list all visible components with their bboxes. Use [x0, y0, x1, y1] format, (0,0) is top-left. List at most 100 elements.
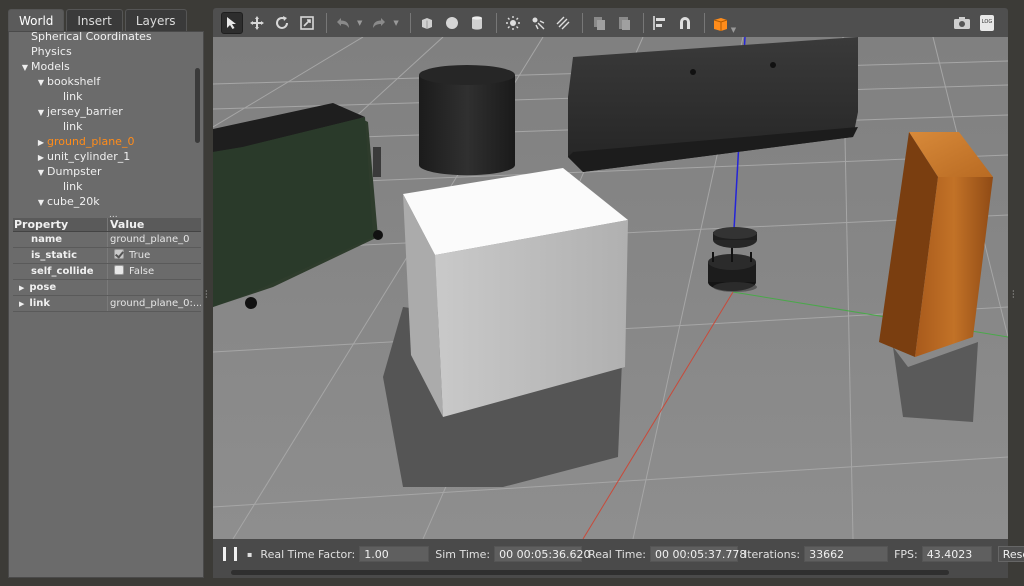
tree-item-label: Spherical Coordinates: [31, 32, 152, 43]
property-value: False: [129, 266, 155, 277]
cylinder-shape-icon[interactable]: [466, 12, 488, 34]
property-label: pose: [29, 282, 57, 293]
magnet-snap-icon[interactable]: [674, 12, 696, 34]
select-mode-icon[interactable]: [221, 11, 243, 34]
tree-item-jersey-barrier-link[interactable]: link: [9, 119, 195, 134]
property-row-name[interactable]: name ground_plane_0: [13, 232, 201, 248]
sim-time-label: Sim Time:: [435, 547, 491, 561]
tree-item-bookshelf-link[interactable]: link: [9, 89, 195, 104]
tree-item-physics[interactable]: Physics: [9, 44, 195, 59]
tab-insert[interactable]: Insert: [66, 9, 123, 31]
iterations-label: Iterations:: [743, 547, 801, 561]
tree-scrollbar[interactable]: [195, 68, 200, 143]
property-value-empty: [107, 280, 201, 295]
left-splitter-handle[interactable]: · · ·: [205, 288, 209, 302]
fps-field: 43.4023: [921, 546, 992, 562]
redo-icon[interactable]: [368, 12, 390, 34]
property-group-label: ▶ link: [13, 296, 107, 311]
expand-right-icon[interactable]: ▶: [35, 135, 47, 150]
self-collide-checkbox[interactable]: [114, 265, 124, 275]
right-splitter-handle[interactable]: · · ·: [1012, 288, 1016, 302]
property-label: name: [31, 234, 63, 245]
view-angle-dropdown-icon[interactable]: ▼: [731, 26, 736, 34]
property-value: ground_plane_0: [107, 232, 201, 247]
log-icon[interactable]: LOG: [976, 12, 998, 34]
point-light-icon[interactable]: [502, 12, 524, 34]
property-column-header: Property: [14, 218, 69, 231]
tree-item-label: jersey_barrier: [47, 105, 123, 118]
tree-item-cube[interactable]: ▼ cube_20k: [9, 194, 195, 209]
property-table-header: Property Value: [13, 218, 201, 232]
turtlebot-robot[interactable]: [708, 227, 757, 292]
tree-item-spherical-coordinates[interactable]: Spherical Coordinates: [9, 32, 195, 44]
expand-right-icon[interactable]: ▶: [19, 300, 24, 308]
tree-item-models[interactable]: ▼ Models: [9, 59, 195, 74]
is-static-checkbox[interactable]: [114, 249, 124, 259]
expand-down-icon[interactable]: ▼: [35, 105, 47, 120]
paste-icon[interactable]: [613, 12, 635, 34]
property-row-link[interactable]: ▶ link ground_plane_0:...: [13, 296, 201, 312]
toolbar: ▼ ▼ ▼ LOG: [213, 8, 1008, 37]
undo-history-dropdown-icon[interactable]: ▼: [357, 19, 362, 27]
copy-icon[interactable]: [588, 12, 610, 34]
tree-item-dumpster-link[interactable]: link: [9, 179, 195, 194]
tab-layers[interactable]: Layers: [124, 9, 187, 31]
rotate-mode-icon[interactable]: [271, 12, 293, 34]
undo-icon[interactable]: [332, 12, 354, 34]
expand-right-icon[interactable]: ▶: [35, 150, 47, 165]
property-group-label: ▶ pose: [13, 280, 107, 295]
expand-down-icon[interactable]: ▼: [35, 75, 47, 90]
property-value-cell: False: [107, 264, 201, 279]
world-panel: Spherical Coordinates Physics ▼ Models ▼ b…: [8, 31, 204, 578]
property-value-cell: True: [107, 248, 201, 263]
tree-item-label: cube_20k: [47, 195, 100, 208]
scale-mode-icon[interactable]: [296, 12, 318, 34]
expand-down-icon[interactable]: ▼: [35, 165, 47, 180]
screenshot-icon[interactable]: [951, 12, 973, 34]
view-angle-icon[interactable]: [710, 12, 732, 34]
translate-mode-icon[interactable]: [246, 12, 268, 34]
tree-item-jersey-barrier[interactable]: ▼ jersey_barrier: [9, 104, 195, 119]
toolbar-separator: [409, 12, 411, 33]
step-dot-icon[interactable]: ▪: [247, 550, 252, 559]
property-value: True: [129, 250, 151, 261]
property-row-self-collide[interactable]: self_collide False: [13, 264, 201, 280]
directional-light-icon[interactable]: [552, 12, 574, 34]
pause-bar-icon: [223, 547, 226, 561]
expand-down-icon[interactable]: ▼: [19, 60, 31, 75]
gazebo-window: World Insert Layers Spherical Coordinate…: [0, 0, 1024, 586]
align-icon[interactable]: [649, 12, 671, 34]
scene-viewport[interactable]: [213, 37, 1008, 539]
tree-item-label: bookshelf: [47, 75, 101, 88]
expand-right-icon[interactable]: ▶: [19, 284, 24, 292]
world-tree: Spherical Coordinates Physics ▼ Models ▼ b…: [9, 32, 195, 217]
left-panel: World Insert Layers Spherical Coordinate…: [0, 0, 208, 586]
status-row: ▪ Real Time Factor: 1.00 Sim Time: 00 00…: [213, 545, 1024, 563]
log-icon-text: LOG: [982, 19, 993, 25]
spot-light-icon[interactable]: [527, 12, 549, 34]
tree-item-label: link: [63, 90, 83, 103]
tree-item-label: Physics: [31, 45, 72, 58]
property-label: is_static: [31, 250, 77, 261]
property-row-is-static[interactable]: is_static True: [13, 248, 201, 264]
reset-button[interactable]: Rese: [997, 546, 1024, 562]
real-time-factor-field: 1.00: [359, 546, 430, 562]
property-value: ground_plane_0:...: [107, 296, 201, 311]
toolbar-separator: [703, 12, 705, 33]
value-column-header: Value: [107, 218, 201, 231]
tree-item-bookshelf[interactable]: ▼ bookshelf: [9, 74, 195, 89]
tree-item-dumpster[interactable]: ▼ Dumpster: [9, 164, 195, 179]
pause-icon[interactable]: [223, 547, 237, 561]
unit-cylinder[interactable]: [419, 65, 515, 176]
expand-down-icon[interactable]: ▼: [35, 195, 47, 210]
property-row-pose[interactable]: ▶ pose: [13, 280, 201, 296]
box-shape-icon[interactable]: [416, 12, 438, 34]
tab-world[interactable]: World: [8, 9, 65, 31]
tree-item-ground-plane[interactable]: ▶ ground_plane_0: [9, 134, 195, 149]
sphere-shape-icon[interactable]: [441, 12, 463, 34]
tree-item-unit-cylinder[interactable]: ▶ unit_cylinder_1: [9, 149, 195, 164]
toolbar-separator: [642, 12, 644, 33]
redo-history-dropdown-icon[interactable]: ▼: [393, 19, 398, 27]
toolbar-separator: [495, 12, 497, 33]
status-horizontal-scrollbar[interactable]: [231, 570, 949, 575]
